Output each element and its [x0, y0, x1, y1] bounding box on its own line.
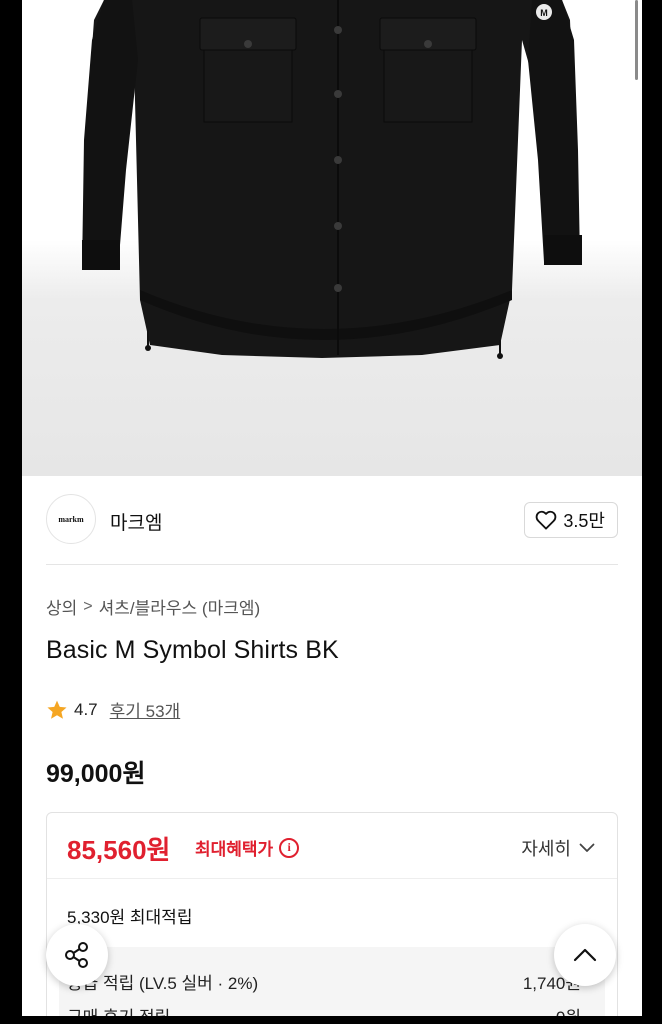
breadcrumb-separator: >: [83, 597, 93, 615]
product-price: 99,000원: [46, 760, 146, 788]
scrollbar[interactable]: [635, 0, 638, 80]
breadcrumb-subcategory[interactable]: 셔츠/블라우스 (마크엠): [99, 594, 261, 619]
max-benefit-price: 85,560원: [67, 835, 171, 865]
svg-text:M: M: [540, 8, 548, 18]
brand-row: markm 마크엠 3.5만: [46, 494, 618, 546]
rating: 4.7 후기 53개: [46, 697, 180, 722]
bottom-edge: [0, 1016, 662, 1024]
rating-score: 4.7: [74, 699, 98, 719]
like-count: 3.5만: [563, 511, 605, 531]
star-icon: [47, 700, 67, 719]
product-title: Basic M Symbol Shirts BK: [46, 636, 339, 664]
product-image[interactable]: M: [22, 0, 642, 476]
points-total: 5,330원 최대적립: [67, 908, 193, 927]
brand-name[interactable]: 마크엠: [110, 508, 162, 535]
grade-points-row: 등급 적립 (LV.5 실버 · 2%) 1,740원: [67, 969, 581, 994]
info-circle-icon[interactable]: i: [279, 837, 300, 858]
product-page: M markm 마크엠 3.5만 상의 > 셔츠/블라우스 (마크엠) Basi…: [22, 0, 642, 1024]
scroll-top-button[interactable]: [554, 924, 616, 986]
brand-logo[interactable]: markm: [46, 494, 96, 544]
shirt-illustration: M: [82, 0, 582, 359]
benefit-header: 85,560원 최대혜택가 i 자세히: [47, 813, 617, 879]
divider: [46, 564, 618, 565]
reviews-link[interactable]: 후기 53개: [110, 697, 181, 722]
breadcrumb: 상의 > 셔츠/블라우스 (마크엠): [46, 594, 260, 619]
max-benefit-label: 최대혜택가 i: [195, 835, 300, 860]
heart-outline-icon: [536, 510, 557, 530]
detail-toggle-button[interactable]: 자세히: [521, 835, 595, 861]
share-icon: [65, 942, 88, 968]
chevron-up-icon: [573, 948, 597, 962]
detail-label: 자세히: [521, 839, 571, 859]
chevron-down-icon: [579, 843, 595, 852]
like-button[interactable]: 3.5만: [524, 502, 618, 538]
breadcrumb-category[interactable]: 상의: [46, 594, 77, 619]
share-button[interactable]: [46, 924, 108, 986]
benefit-box: 85,560원 최대혜택가 i 자세히 5,330원 최대적립 등급 적립 (L…: [46, 812, 618, 1024]
